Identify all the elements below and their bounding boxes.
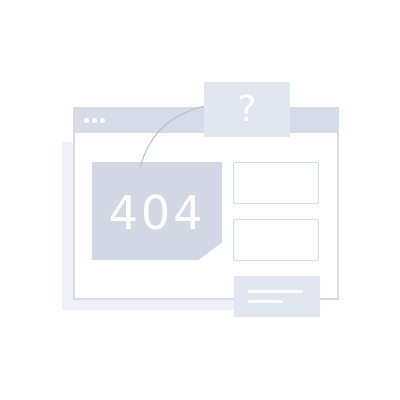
message-line <box>248 290 303 293</box>
error-code-block: 404 <box>92 162 222 260</box>
message-card <box>234 276 320 317</box>
window-control-dot-icon <box>100 118 105 123</box>
not-found-illustration: 404 ? <box>0 0 400 400</box>
error-code-text: 404 <box>108 186 206 240</box>
window-control-dot-icon <box>84 118 89 123</box>
placeholder-content-box <box>233 219 319 261</box>
question-mark-icon: ? <box>237 88 257 130</box>
message-line <box>248 300 283 303</box>
question-card: ? <box>204 82 290 137</box>
placeholder-content-box <box>233 162 319 204</box>
window-control-dot-icon <box>92 118 97 123</box>
